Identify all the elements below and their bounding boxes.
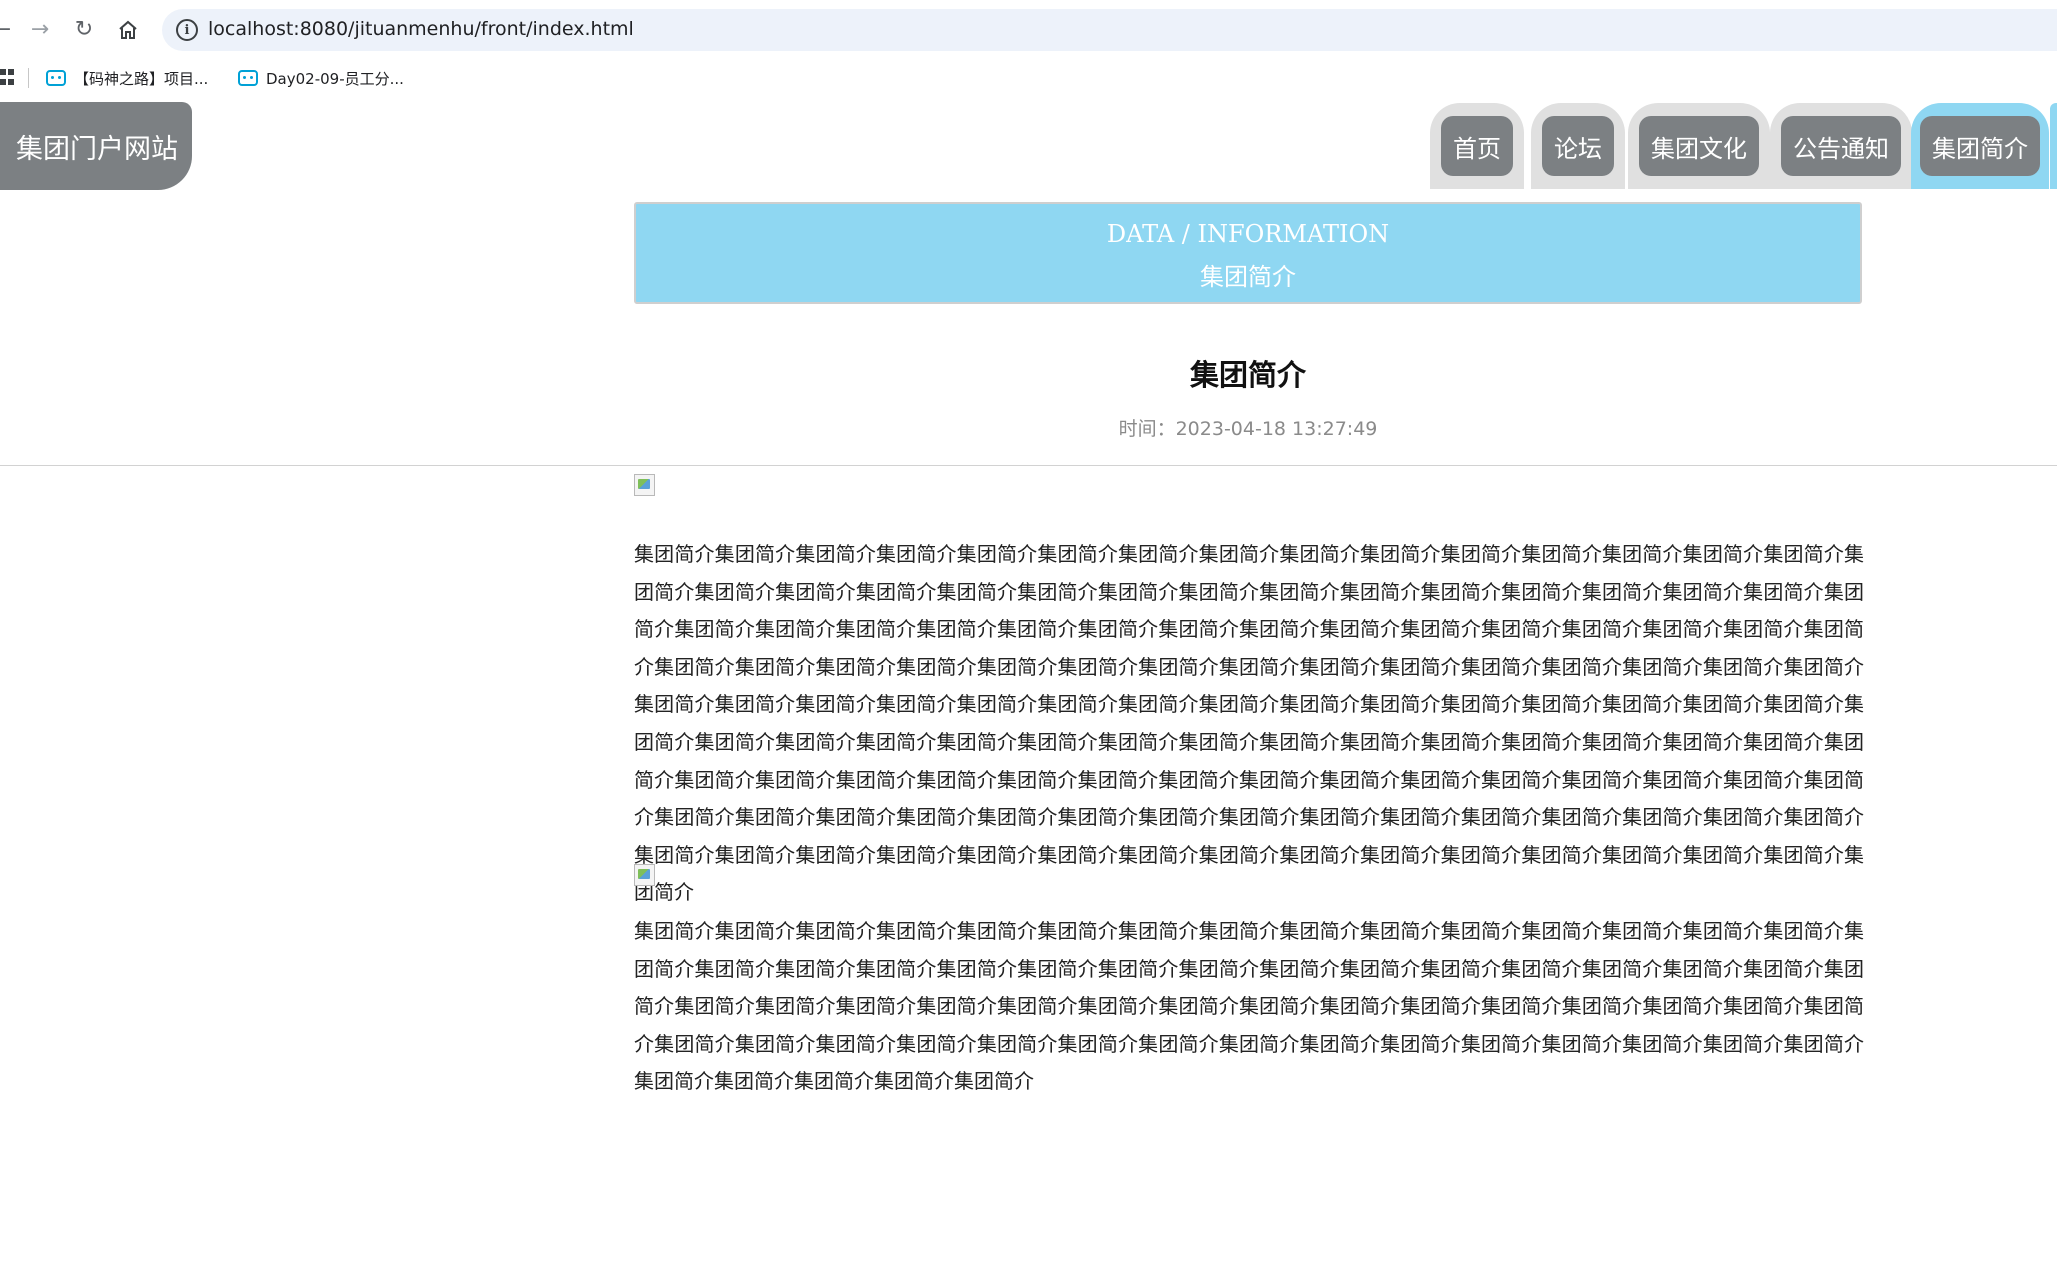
site-logo[interactable]: 集团门户网站: [0, 102, 192, 190]
site-logo-text: 集团门户网站: [16, 133, 178, 165]
article-paragraph: 集团简介集团简介集团简介集团简介集团简介集团简介集团简介集团简介集团简介集团简介…: [634, 919, 1864, 1094]
banner-chinese-title: 集团简介: [1200, 263, 1296, 291]
home-icon-svg: [119, 20, 137, 39]
nav-tab-label: 公告通知: [1781, 116, 1901, 176]
nav-tab-notice[interactable]: 公告通知: [1770, 103, 1912, 189]
article-title: 集团简介: [1189, 358, 1306, 392]
broken-image-icon: [634, 864, 655, 886]
bilibili-tv-icon: [46, 70, 66, 86]
bilibili-tv-icon: [238, 70, 258, 86]
url-text[interactable]: localhost:8080/jituanmenhu/front/index.h…: [208, 18, 634, 40]
article-paragraph: 集团简介集团简介集团简介集团简介集团简介集团简介集团简介集团简介集团简介集团简介…: [634, 542, 1864, 905]
nav-tab-forum[interactable]: 论坛: [1531, 103, 1625, 189]
bookmark-item[interactable]: Day02-09-员工分...: [238, 66, 404, 90]
address-bar[interactable]: i localhost:8080/jituanmenhu/front/index…: [162, 9, 2057, 51]
content-divider: [0, 465, 2057, 466]
forward-icon[interactable]: →: [24, 14, 56, 46]
back-icon[interactable]: ←: [0, 14, 18, 46]
nav-tab-label: 集团简介: [1920, 116, 2040, 176]
bookmark-separator: [28, 68, 29, 88]
nav-tab-about[interactable]: 集团简介: [1911, 103, 2049, 189]
bookmarks-bar: 【码神之路】项目... Day02-09-员工分...: [0, 60, 2057, 96]
banner-english-title: DATA / INFORMATION: [1106, 220, 1390, 248]
article-time: 时间：2023-04-18 13:27:49: [1118, 418, 1378, 440]
broken-image-icon: [634, 474, 655, 496]
reload-icon[interactable]: ↻: [68, 14, 100, 46]
site-info-icon[interactable]: i: [176, 19, 198, 41]
home-icon[interactable]: [112, 14, 144, 46]
browser-toolbar: ← → ↻ i localhost:8080/jituanmenhu/front…: [0, 0, 2057, 60]
nav-tab-label: 首页: [1441, 116, 1513, 176]
nav-tab-home[interactable]: 首页: [1430, 103, 1524, 189]
section-banner: DATA / INFORMATION 集团简介: [634, 202, 1862, 304]
nav-tab-culture[interactable]: 集团文化: [1628, 103, 1770, 189]
bookmark-label: Day02-09-员工分...: [266, 69, 404, 88]
bookmark-label: 【码神之路】项目...: [74, 69, 209, 88]
apps-icon[interactable]: [0, 69, 14, 87]
nav-tab-label: 集团文化: [1639, 116, 1759, 176]
nav-tab-label: 论坛: [1542, 116, 1614, 176]
bookmark-item[interactable]: 【码神之路】项目...: [46, 66, 208, 90]
nav-tab-overflow[interactable]: [2050, 103, 2057, 189]
